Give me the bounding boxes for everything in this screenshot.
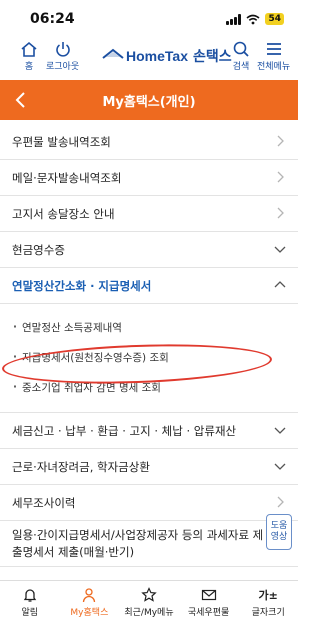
title-bar: My홈택스(개인): [0, 80, 298, 120]
nav-label: 최근/My메뉴: [124, 608, 174, 618]
menu-item-daily-payment-statement[interactable]: 일용·간이지급명세서/사업장제공자 등의 과세자료 제출명세서 제출(매월·반기…: [0, 521, 298, 567]
envelope-icon: [201, 589, 216, 601]
hometax-logo[interactable]: HomeTax 손택스: [102, 46, 232, 66]
bottom-nav: 알림 My홈택스 최근/My메뉴 국세우편물 가± 글자크기: [0, 580, 298, 644]
status-time: 06:24: [30, 11, 75, 27]
house-logo-icon: [102, 48, 124, 59]
brand-name-en: HomeTax: [126, 48, 188, 64]
chevron-right-icon: [277, 171, 284, 183]
chevron-down-icon: [274, 463, 286, 470]
nav-recent-my-menu[interactable]: 최근/My메뉴: [119, 581, 179, 644]
chevron-right-icon: [277, 207, 284, 219]
status-icons: 54: [226, 12, 284, 26]
menu-item-label: 연말정산간소화 · 지급명세서: [12, 278, 152, 293]
chevron-right-icon: [277, 135, 284, 147]
submenu-item-withholding-receipt[interactable]: 지급명세서(원천징수영수증) 조회: [0, 342, 298, 372]
bell-icon: [23, 589, 37, 602]
wifi-icon: [246, 14, 260, 24]
menu-item-label: 근로·자녀장려금, 학자금상환: [12, 459, 150, 474]
search-button[interactable]: 검색: [232, 40, 250, 72]
menu-item-label: 현금영수증: [12, 242, 65, 257]
nav-label: 국세우편물: [187, 608, 230, 618]
menu-item-tax-filing-payment[interactable]: 세금신고 · 납부 · 환급 · 고지 · 체납 · 압류재산: [0, 413, 298, 449]
nav-font-size[interactable]: 가± 글자크기: [238, 581, 298, 644]
full-menu-label: 전체메뉴: [257, 62, 291, 72]
submenu-item-label: 지급명세서(원천징수영수증) 조회: [22, 351, 169, 364]
submenu-item-label: 연말정산 소득공제내역: [22, 321, 122, 334]
submenu-item-sme-reduction[interactable]: 중소기업 취업자 감면 명세 조회: [0, 372, 298, 402]
nav-label: My홈택스: [70, 608, 109, 618]
brand-name-ko: 손택스: [192, 49, 232, 65]
logout-label: 로그아웃: [46, 62, 80, 72]
chevron-up-icon: [274, 281, 286, 288]
logout-button[interactable]: 로그아웃: [46, 40, 79, 72]
nav-label: 글자크기: [251, 608, 285, 618]
menu-item-mail-history[interactable]: 우편물 발송내역조회: [0, 124, 298, 160]
app-header: 홈 로그아웃 HomeTax 손택스 검색 전체메뉴: [0, 36, 298, 80]
star-icon: [141, 587, 157, 602]
help-label-line2: 영상: [270, 532, 288, 542]
menu-item-label: 세무조사이력: [12, 495, 76, 510]
chevron-down-icon: [274, 246, 286, 253]
submenu-list: 연말정산 소득공제내역 지급명세서(원천징수영수증) 조회 중소기업 취업자 감…: [0, 304, 298, 413]
menu-item-label: 우편물 발송내역조회: [12, 134, 111, 149]
person-icon: [83, 588, 96, 603]
power-icon: [55, 42, 70, 57]
home-button[interactable]: 홈: [20, 40, 38, 72]
battery-icon: 54: [265, 13, 284, 25]
menu-item-label: 일용·간이지급명세서/사업장제공자 등의 과세자료 제출명세서 제출(매월·반기…: [12, 527, 264, 559]
menu-item-cash-receipt[interactable]: 현금영수증: [0, 232, 298, 268]
search-icon: [233, 41, 249, 57]
chevron-right-icon: [277, 496, 284, 508]
chevron-down-icon: [274, 427, 286, 434]
nav-label: 알림: [21, 608, 39, 618]
nav-tax-mail[interactable]: 국세우편물: [179, 581, 239, 644]
menu-item-label: 고지서 송달장소 안내: [12, 206, 115, 221]
submenu-item-label: 중소기업 취업자 감면 명세 조회: [22, 381, 161, 394]
menu-item-notice-delivery[interactable]: 고지서 송달장소 안내: [0, 196, 298, 232]
submenu-item-deduction-details[interactable]: 연말정산 소득공제내역: [0, 312, 298, 342]
search-label: 검색: [232, 62, 250, 72]
menu-item-email-sms-history[interactable]: 메일·문자발송내역조회: [0, 160, 298, 196]
page-title: My홈택스(개인): [102, 95, 196, 110]
home-label: 홈: [24, 62, 34, 72]
nav-my-hometax[interactable]: My홈택스: [60, 581, 120, 644]
menu-item-label: 세금신고 · 납부 · 환급 · 고지 · 체납 · 압류재산: [12, 423, 237, 438]
menu-item-tax-audit-history[interactable]: 세무조사이력: [0, 485, 298, 521]
help-label-line1: 도움: [270, 521, 288, 531]
menu-item-label: 메일·문자발송내역조회: [12, 170, 122, 185]
home-icon: [21, 41, 37, 57]
font-size-icon: 가±: [258, 589, 278, 602]
menu-item-year-end-settlement[interactable]: 연말정산간소화 · 지급명세서: [0, 268, 298, 304]
hamburger-menu-icon: [266, 43, 281, 55]
menu-list: 우편물 발송내역조회 메일·문자발송내역조회 고지서 송달장소 안내 현금영수증…: [0, 124, 298, 567]
menu-item-earned-income-credit[interactable]: 근로·자녀장려금, 학자금상환: [0, 449, 298, 485]
full-menu-button[interactable]: 전체메뉴: [257, 40, 290, 72]
cellular-signal-icon: [226, 13, 242, 25]
nav-notifications[interactable]: 알림: [0, 581, 60, 644]
status-bar: 06:24 54: [0, 0, 298, 36]
help-video-button[interactable]: 도움 영상: [266, 514, 292, 550]
